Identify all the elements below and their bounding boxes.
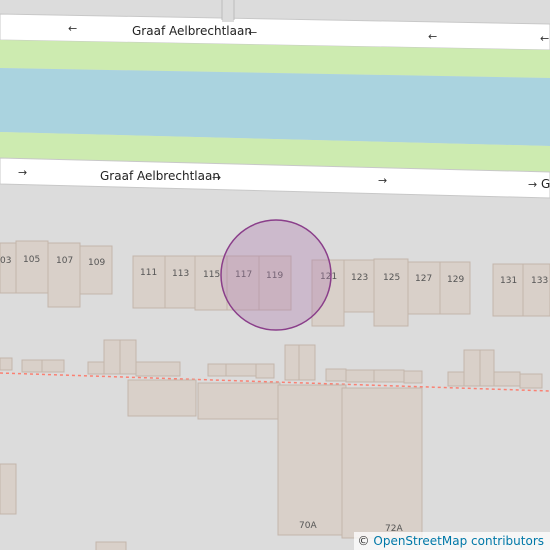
oneway-arrow-right: →	[378, 174, 387, 187]
house-number: 131	[500, 276, 517, 286]
oneway-arrow-right: →	[18, 166, 27, 179]
map-attribution: © OpenStreetMap contributors	[353, 532, 550, 550]
house-number: 123	[351, 273, 368, 283]
house-number: 70A	[299, 521, 317, 531]
oneway-arrow-left: ←	[428, 30, 437, 43]
oneway-arrow-right: →	[528, 178, 537, 191]
oneway-arrow-left: ←	[248, 26, 257, 39]
oneway-arrow-left: ←	[540, 32, 549, 45]
map-canvas[interactable]: ← Graaf Aelbrechtlaan ← ← ← → Graaf Aelb…	[0, 0, 550, 550]
road-gap	[222, 0, 234, 22]
house-number: 115	[203, 270, 220, 280]
street-label-main-partial: G	[541, 177, 550, 191]
house-number: 03	[0, 256, 11, 266]
house-number: 113	[172, 269, 189, 279]
copyright-symbol: ©	[357, 534, 370, 548]
house-number: 109	[88, 258, 105, 268]
house-number: 133	[531, 276, 548, 286]
street-label-top: Graaf Aelbrechtlaan	[132, 24, 252, 38]
oneway-arrow-right: →	[212, 171, 221, 184]
house-number: 125	[383, 273, 400, 283]
house-number: 107	[56, 256, 73, 266]
house-number: 111	[140, 268, 157, 278]
attribution-link[interactable]: OpenStreetMap contributors	[373, 534, 544, 548]
location-highlight-circle[interactable]	[220, 219, 332, 331]
house-number: 129	[447, 275, 464, 285]
street-label-main: Graaf Aelbrechtlaan	[100, 169, 220, 183]
house-number: 127	[415, 274, 432, 284]
oneway-arrow-left: ←	[68, 22, 77, 35]
house-number: 105	[23, 255, 40, 265]
